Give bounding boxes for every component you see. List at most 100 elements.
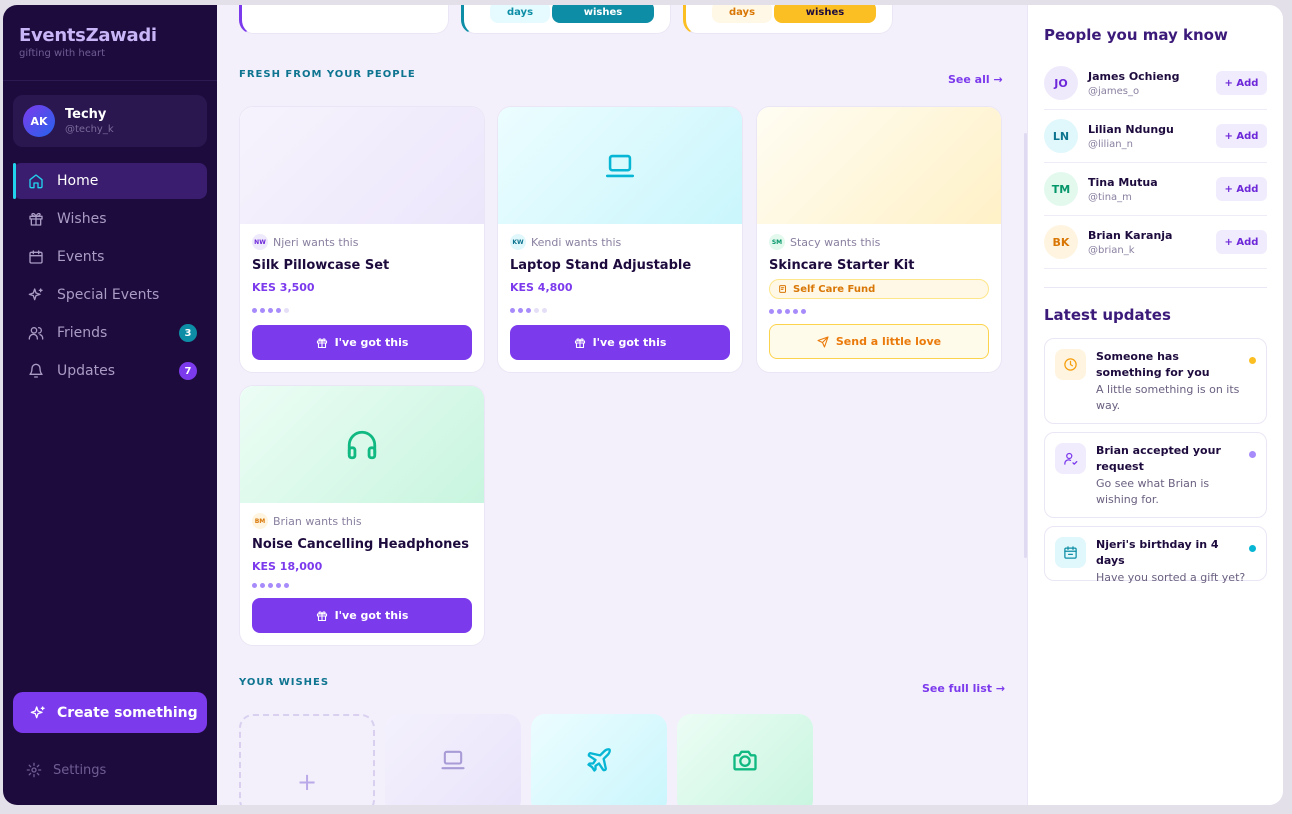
add-friend-button[interactable]: + Add	[1216, 71, 1267, 95]
brand-title[interactable]: EventsZawadi	[19, 25, 201, 46]
profile-card[interactable]: AK Techy @techy_k	[13, 95, 207, 147]
update-item[interactable]: Someone has something for you A little s…	[1044, 338, 1267, 424]
got-this-button[interactable]: I've got this	[252, 598, 472, 633]
wish-card[interactable]: NW Njeri wants this Silk Pillowcase Set …	[239, 106, 485, 373]
mini-avatar: SM	[769, 234, 785, 250]
see-full-list-link[interactable]: See full list →	[922, 682, 1005, 695]
sidebar-item-wishes[interactable]: Wishes	[13, 201, 207, 237]
update-title: Brian accepted your request	[1096, 444, 1221, 473]
settings-link[interactable]: Settings	[25, 761, 106, 779]
wish-tile[interactable]	[531, 714, 667, 805]
friends-count-badge: 3	[179, 324, 197, 342]
progress-dot	[276, 308, 281, 313]
progress-dot	[793, 309, 798, 314]
camera-icon	[733, 750, 757, 771]
progress-dot	[526, 308, 531, 313]
person-name: Lilian Ndungu	[1088, 122, 1174, 136]
updates-title: Latest updates	[1044, 306, 1171, 324]
user-check-icon	[1055, 443, 1086, 474]
person-handle: @tina_m	[1088, 191, 1132, 203]
sidebar-item-updates[interactable]: Updates 7	[13, 353, 207, 389]
avatar: TM	[1044, 172, 1078, 206]
main-content: days wishes days wishes FRESH FROM YOUR …	[217, 5, 1027, 805]
mini-avatar: KW	[510, 234, 526, 250]
button-label: I've got this	[334, 336, 409, 349]
calendar-icon	[27, 248, 45, 266]
progress-dot	[769, 309, 774, 314]
wish-tile[interactable]	[385, 714, 521, 805]
add-friend-button[interactable]: + Add	[1216, 177, 1267, 201]
right-panel: People you may know JO James Ochieng @ja…	[1027, 5, 1283, 805]
add-wish-tile[interactable]: +	[239, 714, 375, 805]
wish-title: Laptop Stand Adjustable	[510, 258, 692, 273]
settings-label: Settings	[53, 762, 107, 778]
stub-wishes-pill[interactable]: wishes	[552, 5, 654, 23]
person-handle: @lilian_n	[1088, 138, 1133, 150]
wish-card[interactable]: KW Kendi wants this Laptop Stand Adjusta…	[497, 106, 743, 373]
gift-icon	[316, 337, 327, 348]
progress-dots	[510, 308, 730, 313]
avatar: BK	[1044, 225, 1078, 259]
laptop-icon	[441, 750, 465, 770]
see-all-link[interactable]: See all →	[948, 73, 1003, 86]
your-wishes-title: YOUR WISHES	[239, 677, 330, 688]
wish-card-image	[498, 107, 742, 224]
update-item[interactable]: Brian accepted your request Go see what …	[1044, 432, 1267, 518]
sidebar-item-label: Home	[57, 173, 99, 189]
gift-icon	[574, 337, 585, 348]
sidebar-item-friends[interactable]: Friends 3	[13, 315, 207, 351]
button-label: I've got this	[592, 336, 667, 349]
wants-label: Stacy wants this	[790, 235, 881, 249]
add-friend-button[interactable]: + Add	[1216, 230, 1267, 254]
wish-tile[interactable]	[677, 714, 813, 805]
progress-dot	[542, 308, 547, 313]
wants-label: Brian wants this	[273, 514, 362, 528]
event-stub-card[interactable]: days wishes	[683, 5, 893, 34]
plane-icon	[587, 748, 611, 772]
gift-icon	[27, 210, 45, 228]
sparkles-icon	[29, 704, 47, 722]
wish-price: KES 3,500	[252, 281, 315, 294]
sidebar-item-special-events[interactable]: Special Events	[13, 277, 207, 313]
progress-dots	[252, 583, 472, 588]
got-this-button[interactable]: I've got this	[252, 325, 472, 360]
event-stub-card[interactable]	[239, 5, 449, 34]
progress-dot	[518, 308, 523, 313]
sidebar-item-home[interactable]: Home	[13, 163, 207, 199]
event-stub-card[interactable]: days wishes	[461, 5, 671, 34]
progress-dot	[534, 308, 539, 313]
stub-days-pill: days	[490, 5, 550, 23]
person-name: Tina Mutua	[1088, 175, 1158, 189]
piggy-bank-icon	[779, 285, 786, 293]
calendar-icon	[1055, 537, 1086, 568]
wish-card[interactable]: BM Brian wants this Noise Cancelling Hea…	[239, 385, 485, 646]
sidebar-item-events[interactable]: Events	[13, 239, 207, 275]
update-item[interactable]: Njeri's birthday in 4 days Have you sort…	[1044, 526, 1267, 584]
wish-card[interactable]: SM Stacy wants this Skincare Starter Kit…	[756, 106, 1002, 373]
stub-days-pill: days	[712, 5, 772, 23]
create-button-label: Create something	[57, 704, 198, 721]
app-window: EventsZawadi gifting with heart AK Techy…	[3, 5, 1283, 805]
progress-dot	[777, 309, 782, 314]
progress-dot	[260, 583, 265, 588]
create-something-button[interactable]: Create something	[13, 692, 207, 733]
sidebar-item-label: Wishes	[57, 211, 107, 227]
avatar: LN	[1044, 119, 1078, 153]
progress-dots	[252, 308, 472, 313]
plus-icon: +	[296, 768, 318, 796]
person-name: Brian Karanja	[1088, 228, 1173, 242]
profile-name: Techy	[65, 107, 107, 122]
progress-dot	[268, 308, 273, 313]
got-this-button[interactable]: I've got this	[510, 325, 730, 360]
stub-wishes-pill[interactable]: wishes	[774, 5, 876, 23]
update-title: Someone has something for you	[1096, 350, 1210, 379]
send-love-button[interactable]: Send a little love	[769, 324, 989, 359]
updates-count-badge: 7	[179, 362, 197, 380]
brand: EventsZawadi gifting with heart	[3, 5, 217, 81]
progress-dot	[510, 308, 515, 313]
add-friend-button[interactable]: + Add	[1216, 124, 1267, 148]
sidebar-nav: Home Wishes Events Special Events Friend…	[13, 163, 207, 391]
sidebar: EventsZawadi gifting with heart AK Techy…	[3, 5, 217, 805]
sidebar-item-label: Events	[57, 249, 105, 265]
person-row: TM Tina Mutua @tina_m + Add	[1044, 163, 1267, 216]
